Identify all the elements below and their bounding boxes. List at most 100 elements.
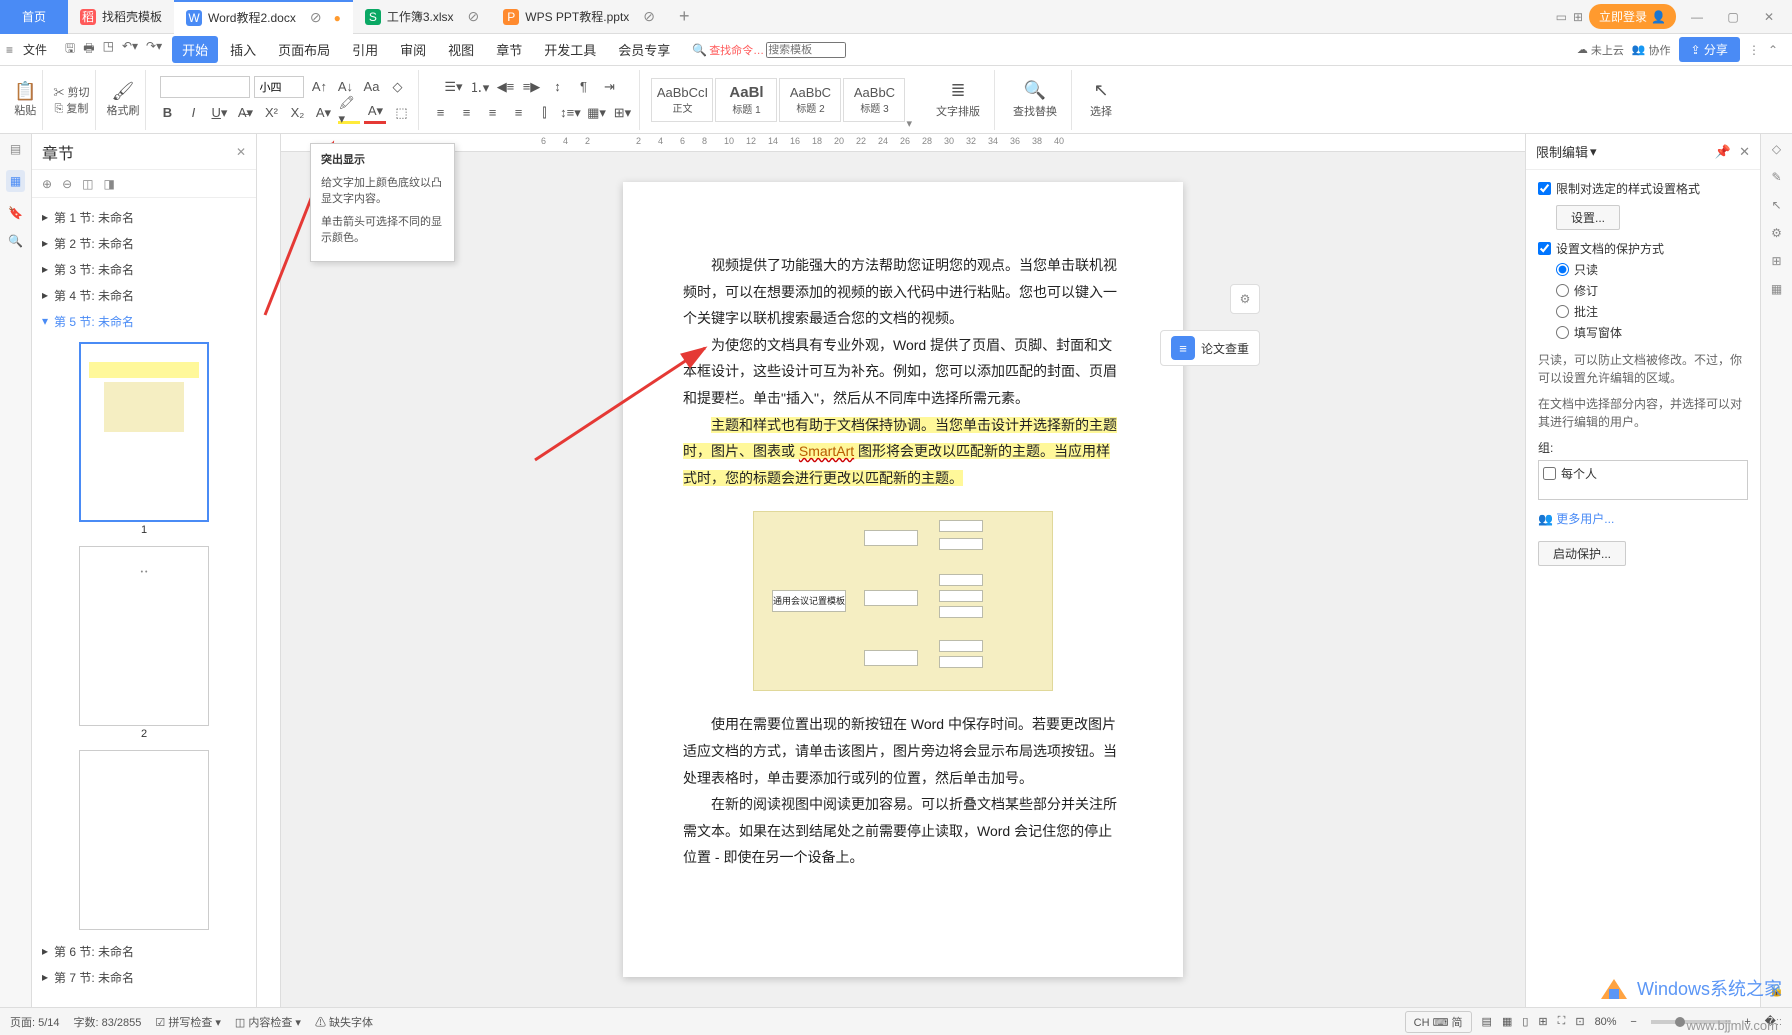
tab-word-doc[interactable]: W Word教程2.docx ⊘ ●	[174, 0, 353, 34]
search-cmd[interactable]: 查找命令…	[709, 42, 764, 58]
highlight-color-icon[interactable]: 🖍▾	[338, 102, 360, 124]
settings-button[interactable]: 设置...	[1556, 205, 1620, 230]
rr-icon[interactable]: ✎	[1771, 170, 1781, 184]
collapse-ribbon-icon[interactable]: ⌃	[1768, 43, 1778, 57]
chapter-item[interactable]: ▸ 第 7 节: 未命名	[32, 964, 256, 990]
distribute-icon[interactable]: ⫿	[533, 102, 555, 124]
rr-icon[interactable]: ⊞	[1771, 254, 1781, 268]
font-color-icon[interactable]: A▾	[364, 102, 386, 124]
coop-button[interactable]: 👥 协作	[1632, 42, 1671, 58]
tab-icon[interactable]: ⇥	[598, 76, 620, 98]
panel-close-icon[interactable]: ✕	[1739, 144, 1750, 160]
minimize-button[interactable]: —	[1682, 2, 1712, 32]
ruler-vertical[interactable]	[257, 134, 281, 1007]
chapter-item[interactable]: ▾ 第 5 节: 未命名	[32, 308, 256, 334]
tab-add-button[interactable]: +	[667, 6, 702, 27]
radio-revise[interactable]: 修订	[1556, 282, 1748, 299]
align-left-icon[interactable]: ≡	[429, 102, 451, 124]
add-section-icon[interactable]: ⊕	[42, 177, 52, 191]
grid-icon[interactable]: ⊞	[1573, 10, 1583, 24]
document-page[interactable]: 视频提供了功能强大的方法帮助您证明您的观点。当您单击联机视频时，可以在想要添加的…	[623, 182, 1183, 977]
hamburger-icon[interactable]: ≡	[6, 43, 13, 57]
font-name-select[interactable]	[160, 76, 250, 98]
ruler-horizontal[interactable]: 642 246 81012 141618 202224 262830 32343…	[281, 134, 1525, 152]
body-text[interactable]: 使用在需要位置出现的新按钮在 Word 中保存时间。若要更改图片适应文档的方式，…	[683, 711, 1123, 791]
align-center-icon[interactable]: ≡	[455, 102, 477, 124]
tab-home[interactable]: 首页	[0, 0, 68, 34]
body-text[interactable]: 主题和样式也有助于文档保持协调。当您单击设计并选择新的主题时，图片、图表或 Sm…	[683, 412, 1123, 492]
word-count[interactable]: 字数: 83/2855	[74, 1014, 142, 1030]
remove-section-icon[interactable]: ⊖	[62, 177, 72, 191]
search-icon[interactable]: 🔍	[8, 234, 23, 248]
radio-form[interactable]: 填写窗体	[1556, 324, 1748, 341]
select-button[interactable]: ↖选择	[1082, 80, 1120, 119]
menu-start[interactable]: 开始	[172, 36, 218, 63]
cut-button[interactable]: ✂ 剪切	[53, 84, 89, 100]
tab-template[interactable]: 稻 找稻壳模板	[68, 0, 174, 34]
shading-icon[interactable]: ▦▾	[585, 102, 607, 124]
style-h3[interactable]: AaBbC标题 3	[843, 78, 905, 122]
pilcrow-icon[interactable]: ¶	[572, 76, 594, 98]
tab-xlsx[interactable]: S 工作簿3.xlsx ⊘	[353, 0, 491, 34]
zoom-fit-icon[interactable]: ⊡	[1575, 1015, 1584, 1028]
rr-icon[interactable]: ▦	[1771, 282, 1782, 296]
grow-font-icon[interactable]: A↑	[308, 76, 330, 98]
ime-indicator[interactable]: CH ⌨ 简	[1405, 1011, 1472, 1033]
login-button[interactable]: 立即登录👤	[1589, 4, 1676, 29]
chapter-item[interactable]: ▸ 第 6 节: 未命名	[32, 938, 256, 964]
chk-protect[interactable]: 设置文档的保护方式	[1538, 240, 1748, 257]
section-up-icon[interactable]: ◫	[82, 177, 93, 191]
sort-icon[interactable]: ↕	[546, 76, 568, 98]
tab-pin-icon[interactable]: ⊘	[643, 8, 655, 25]
justify-icon[interactable]: ≡	[507, 102, 529, 124]
print-icon[interactable]: 🖶	[83, 39, 94, 60]
rr-icon[interactable]: ◇	[1772, 142, 1781, 156]
rr-icon[interactable]: ⚙	[1771, 226, 1782, 240]
tab-ppt[interactable]: P WPS PPT教程.pptx ⊘	[491, 0, 667, 34]
align-right-icon[interactable]: ≡	[481, 102, 503, 124]
menu-layout[interactable]: 页面布局	[268, 36, 340, 63]
menu-dev[interactable]: 开发工具	[534, 36, 606, 63]
view-print-icon[interactable]: ▤	[1482, 1015, 1492, 1028]
page-thumb[interactable]: • •	[79, 546, 209, 726]
section-down-icon[interactable]: ◨	[103, 177, 114, 191]
dec-indent-icon[interactable]: ◀≡	[494, 76, 516, 98]
bookmark-icon[interactable]: 🔖	[8, 206, 23, 220]
radio-comment[interactable]: 批注	[1556, 303, 1748, 320]
zoom-out-icon[interactable]: −	[1627, 1016, 1641, 1028]
tab-pin-icon[interactable]: ⊘	[468, 8, 480, 25]
panel-close-icon[interactable]: ✕	[236, 145, 246, 159]
share-button[interactable]: ⇪ 分享	[1679, 37, 1740, 62]
text-dir-button[interactable]: ≣文字排版	[928, 80, 988, 119]
maximize-button[interactable]: ▢	[1718, 2, 1748, 32]
preview-icon[interactable]: ◳	[103, 39, 114, 60]
close-button[interactable]: ✕	[1754, 2, 1784, 32]
body-text[interactable]: 视频提供了功能强大的方法帮助您证明您的观点。当您单击联机视频时，可以在想要添加的…	[683, 252, 1123, 332]
page-thumb[interactable]	[79, 750, 209, 930]
bold-icon[interactable]: B	[156, 102, 178, 124]
users-box[interactable]: 每个人	[1538, 460, 1748, 500]
menu-member[interactable]: 会员专享	[608, 36, 680, 63]
menu-insert[interactable]: 插入	[220, 36, 266, 63]
copy-button[interactable]: ⎘ 复制	[55, 100, 89, 116]
float-style-icon[interactable]: ⚙	[1230, 284, 1260, 314]
fullscreen-icon[interactable]: ⛶	[1558, 1015, 1566, 1028]
rr-icon[interactable]: ↖	[1771, 198, 1781, 212]
radio-readonly[interactable]: 只读	[1556, 261, 1748, 278]
styles-more-icon[interactable]: ▾	[906, 117, 912, 130]
menu-review[interactable]: 审阅	[390, 36, 436, 63]
chapter-item[interactable]: ▸ 第 1 节: 未命名	[32, 204, 256, 230]
layout-icon[interactable]: ▭	[1556, 10, 1567, 24]
start-protect-button[interactable]: 启动保护...	[1538, 541, 1626, 566]
inc-indent-icon[interactable]: ≡▶	[520, 76, 542, 98]
outline-icon[interactable]: ▤	[10, 142, 21, 156]
cloud-button[interactable]: ☁ 未上云	[1577, 42, 1624, 58]
superscript-icon[interactable]: X²	[260, 102, 282, 124]
pin-icon[interactable]: 📌	[1715, 144, 1731, 160]
view-read-icon[interactable]: ⊞	[1538, 1015, 1547, 1028]
more-users-link[interactable]: 👥 更多用户...	[1538, 512, 1614, 526]
numbering-icon[interactable]: ⒈▾	[468, 76, 490, 98]
bullets-icon[interactable]: ☰▾	[442, 76, 464, 98]
menu-view[interactable]: 视图	[438, 36, 484, 63]
missing-font[interactable]: ⚠ 缺失字体	[315, 1014, 373, 1030]
